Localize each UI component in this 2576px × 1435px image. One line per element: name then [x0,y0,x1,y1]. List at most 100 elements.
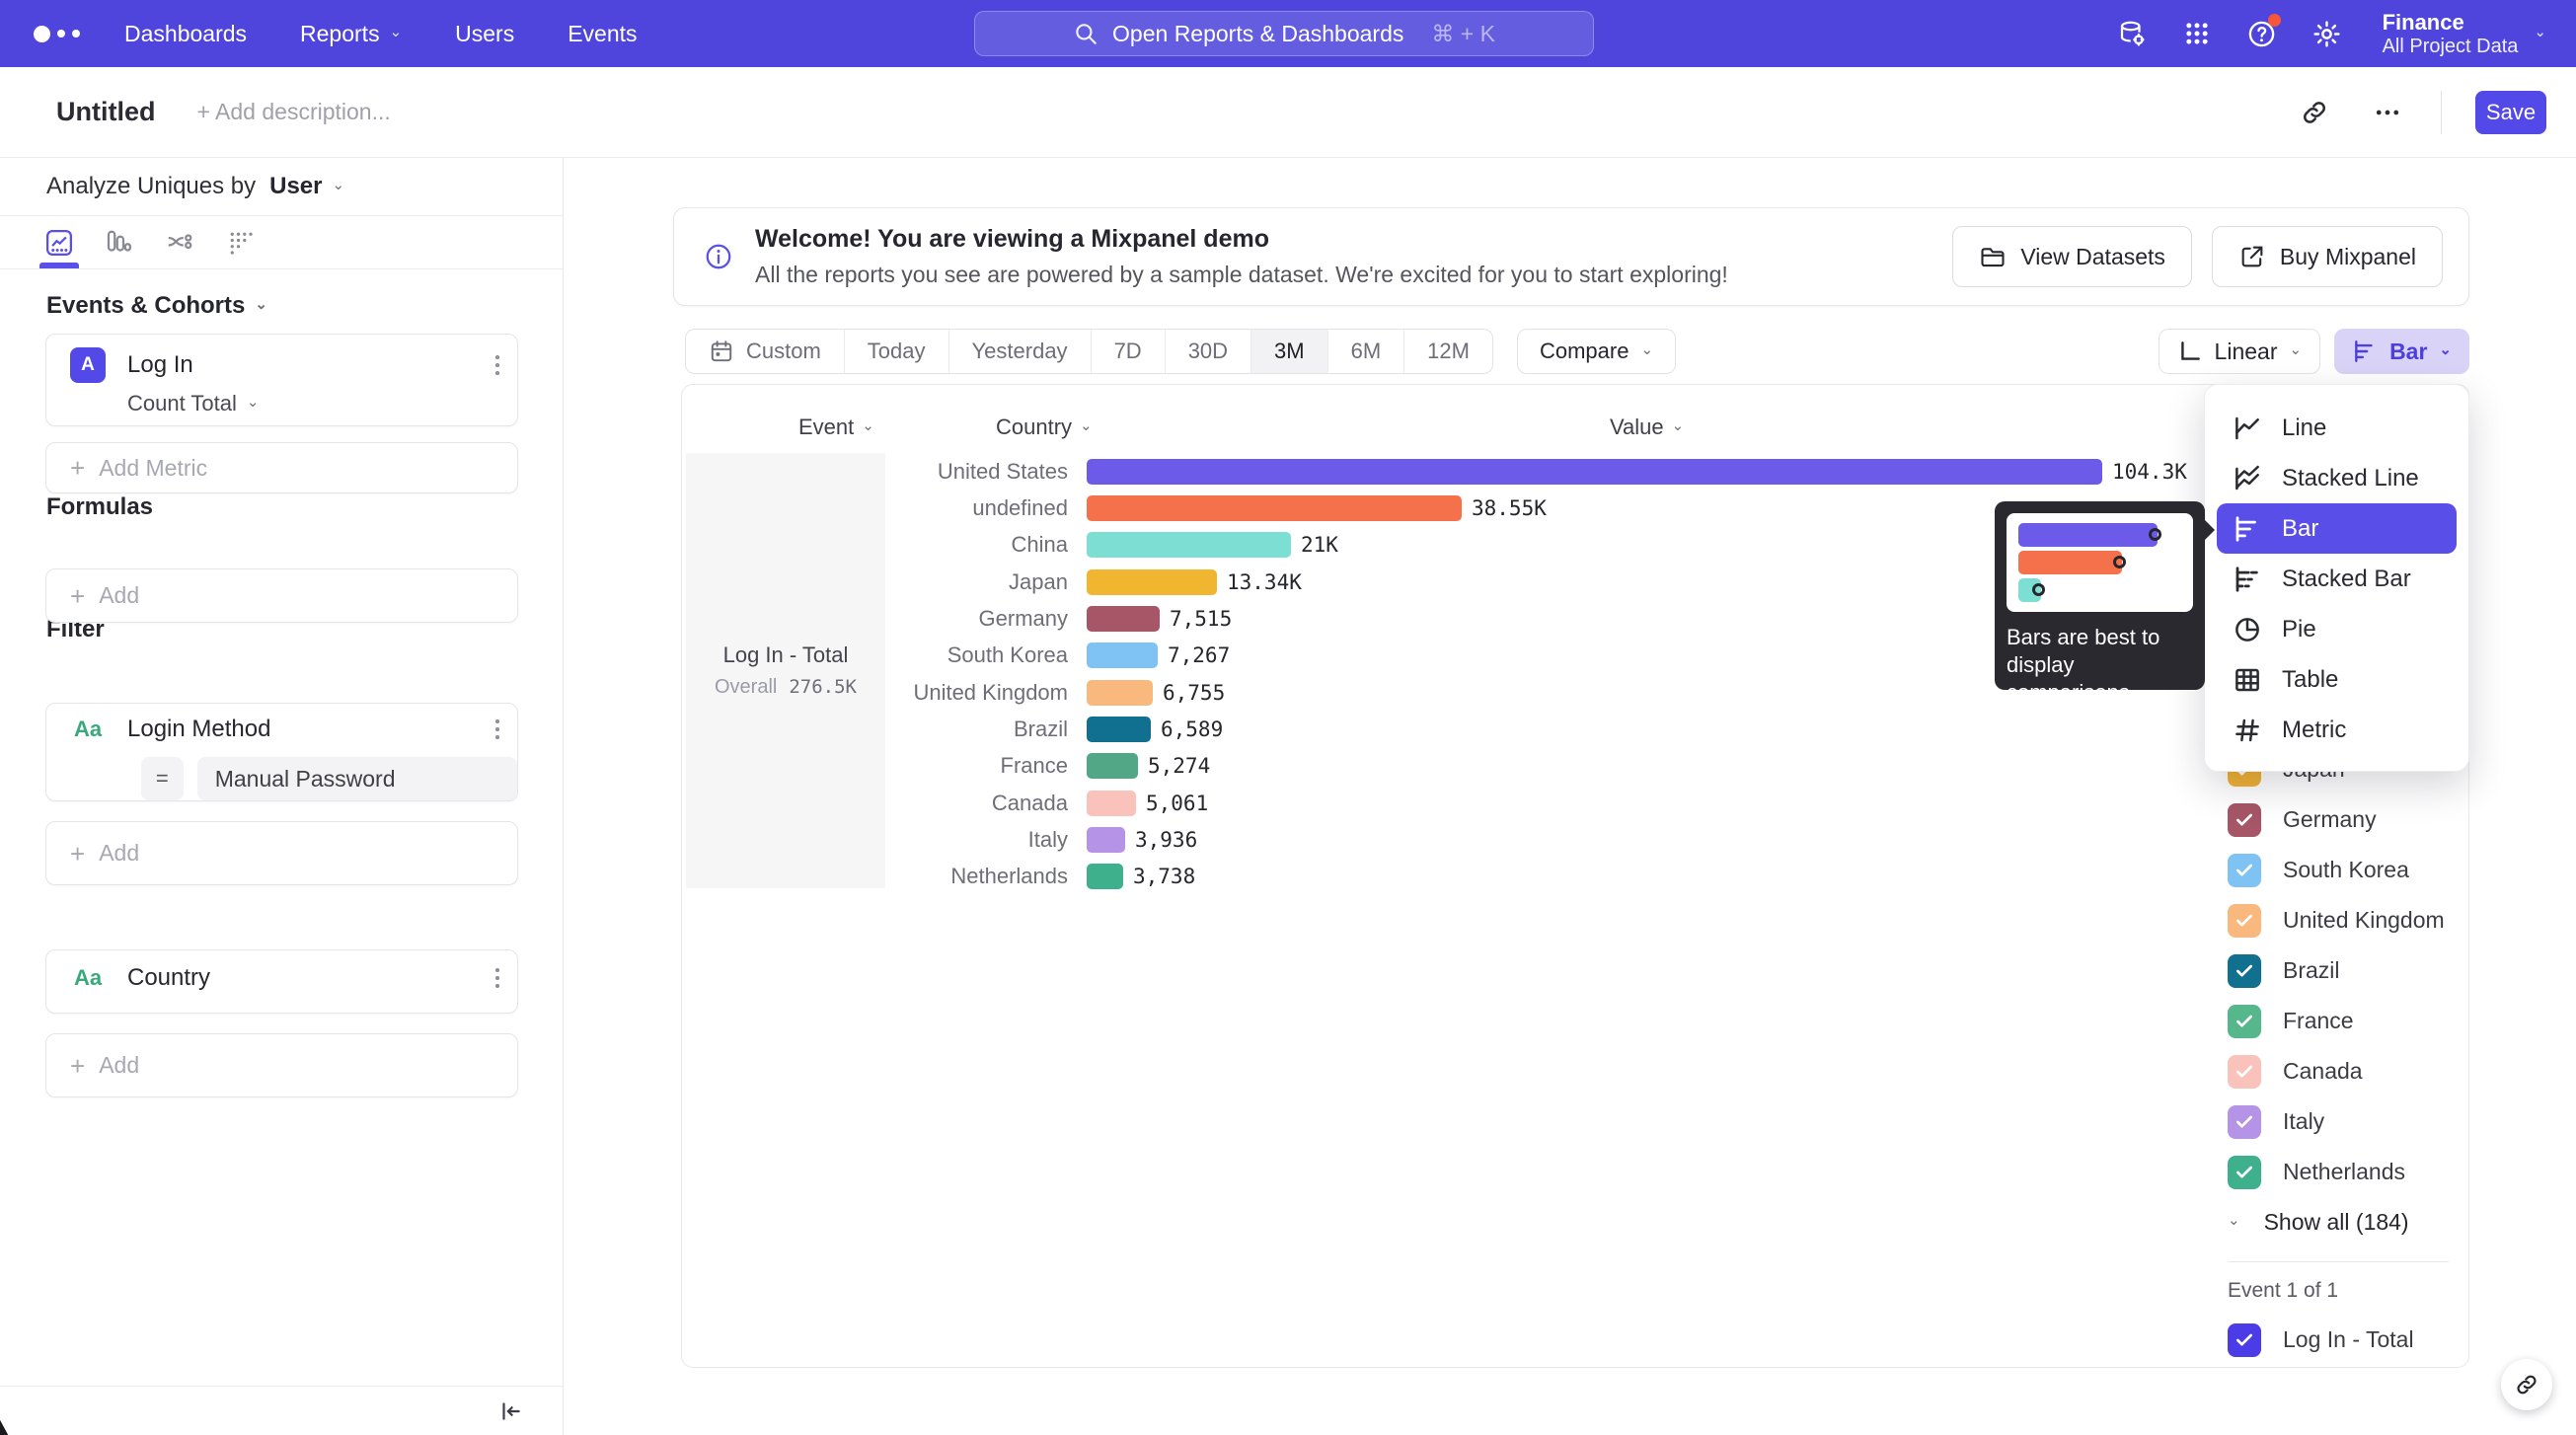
property-type-badge: Aa [70,717,106,742]
settings-gear-icon[interactable] [2311,18,2343,49]
time-range-custom[interactable]: Custom [686,330,844,373]
help-icon[interactable] [2246,18,2278,49]
breakdown-menu-icon[interactable] [495,968,499,988]
filter-card-login-method[interactable]: Aa Login Method = Manual Password [45,703,518,801]
tab-flows[interactable] [163,226,196,260]
checkbox-canada[interactable] [2228,1055,2261,1089]
tab-insights[interactable] [42,226,76,260]
save-button[interactable]: Save [2475,91,2546,134]
menu-item-stacked-bar[interactable]: Stacked Bar [2217,554,2457,604]
buy-mixpanel-button[interactable]: Buy Mixpanel [2212,226,2443,287]
time-range-7d[interactable]: 7D [1091,330,1165,373]
checkbox-log-in-total[interactable] [2228,1323,2261,1357]
bar-france[interactable] [1087,753,1138,779]
metric-card-log-in[interactable]: A Log In Count Total ⌄ [45,334,518,426]
filter-menu-icon[interactable] [495,719,499,739]
bar-undefined[interactable] [1087,495,1462,521]
share-link-fab[interactable] [2501,1359,2552,1410]
legend-item-france[interactable]: France [2228,996,2464,1046]
legend-item-brazil[interactable]: Brazil [2228,945,2464,996]
bar-canada[interactable] [1087,791,1136,816]
filter-property-name[interactable]: Login Method [127,716,270,743]
compare-button[interactable]: Compare ⌄ [1517,329,1676,374]
metric-aggregation-dropdown[interactable]: Count Total ⌄ [46,391,517,416]
value-header-label: Value [1610,415,1664,440]
legend-item-italy[interactable]: Italy [2228,1096,2464,1147]
legend-item-united-kingdom[interactable]: United Kingdom [2228,895,2464,945]
analyze-value-dropdown[interactable]: User [269,173,322,200]
scale-selector-button[interactable]: Linear ⌄ [2159,329,2321,374]
bar-italy[interactable] [1087,827,1125,853]
bar-united-states[interactable] [1087,459,2102,485]
legend-label: Italy [2283,1108,2324,1135]
nav-events[interactable]: Events [568,21,637,47]
external-link-icon [2238,243,2266,270]
tab-retention[interactable] [224,226,258,260]
menu-item-bar[interactable]: Bar [2217,503,2457,554]
bar-south-korea[interactable] [1087,642,1158,668]
event-total-cell[interactable]: Log In - Total Overall 276.5K [686,453,885,888]
checkbox-netherlands[interactable] [2228,1156,2261,1189]
time-range-12m[interactable]: 12M [1403,330,1492,373]
checkbox-south-korea[interactable] [2228,854,2261,887]
menu-item-line[interactable]: Line [2217,403,2457,453]
view-datasets-button[interactable]: View Datasets [1952,226,2192,287]
checkbox-italy[interactable] [2228,1105,2261,1139]
chart-type-button[interactable]: Bar ⌄ [2334,329,2469,374]
mixpanel-logo-icon[interactable] [34,26,103,42]
legend-item-netherlands[interactable]: Netherlands [2228,1147,2464,1197]
report-title[interactable]: Untitled [56,97,156,127]
nav-users[interactable]: Users [455,21,514,47]
checkbox-brazil[interactable] [2228,954,2261,988]
time-range-today[interactable]: Today [844,330,948,373]
tab-funnels[interactable] [102,226,135,260]
global-search-input[interactable]: Open Reports & Dashboards ⌘ + K [974,11,1594,56]
metric-name[interactable]: Log In [127,351,193,379]
checkbox-france[interactable] [2228,1005,2261,1038]
legend-item-canada[interactable]: Canada [2228,1046,2464,1096]
nav-reports[interactable]: Reports⌄ [300,21,402,47]
time-range-yesterday[interactable]: Yesterday [948,330,1091,373]
filter-operator-chip[interactable]: = [141,757,184,800]
events-cohorts-section[interactable]: Events & Cohorts ⌄ [0,292,563,320]
legend-item-south-korea[interactable]: South Korea [2228,845,2464,895]
legend-event-label: Log In - Total [2283,1326,2414,1353]
apps-grid-icon[interactable] [2181,18,2213,49]
show-all-button[interactable]: ⌄ Show all (184) [2228,1197,2464,1247]
bar-china[interactable] [1087,532,1291,558]
project-switcher[interactable]: Finance All Project Data ⌄ [2383,9,2546,59]
add-description-field[interactable]: + Add description... [197,99,391,125]
bar-japan[interactable] [1087,569,1217,595]
menu-item-table[interactable]: Table [2217,654,2457,705]
bar-netherlands[interactable] [1087,864,1123,889]
event-column-header[interactable]: Event ⌄ [798,413,874,442]
nav-dashboards[interactable]: Dashboards [124,21,247,47]
menu-item-metric[interactable]: Metric [2217,705,2457,755]
value-column-header[interactable]: Value ⌄ [1610,413,1684,442]
add-filter-button[interactable]: + Add [45,821,518,885]
bar-united-kingdom[interactable] [1087,680,1153,706]
checkbox-germany[interactable] [2228,803,2261,837]
add-metric-button[interactable]: + Add Metric [45,442,518,493]
legend-event-item[interactable]: Log In - Total [2228,1315,2414,1365]
collapse-sidebar-icon[interactable] [497,1398,523,1424]
data-management-icon[interactable] [2116,18,2148,49]
copy-link-icon[interactable] [2295,93,2334,132]
legend-item-germany[interactable]: Germany [2228,794,2464,845]
country-column-header[interactable]: Country ⌄ [996,413,1093,442]
time-range-30d[interactable]: 30D [1165,330,1250,373]
bar-brazil[interactable] [1087,717,1151,742]
breakdown-property-name[interactable]: Country [127,964,210,992]
add-breakdown-button[interactable]: + Add [45,1033,518,1097]
time-range-6m[interactable]: 6M [1327,330,1404,373]
menu-item-stacked-line[interactable]: Stacked Line [2217,453,2457,503]
checkbox-united-kingdom[interactable] [2228,904,2261,938]
metric-menu-icon[interactable] [495,355,499,375]
filter-value-field[interactable]: Manual Password [197,757,517,800]
menu-item-pie[interactable]: Pie [2217,604,2457,654]
add-formula-button[interactable]: + Add [45,568,518,623]
more-options-icon[interactable] [2368,93,2407,132]
breakdown-card-country[interactable]: Aa Country [45,949,518,1014]
time-range-3m[interactable]: 3M [1250,330,1327,373]
bar-germany[interactable] [1087,606,1160,632]
